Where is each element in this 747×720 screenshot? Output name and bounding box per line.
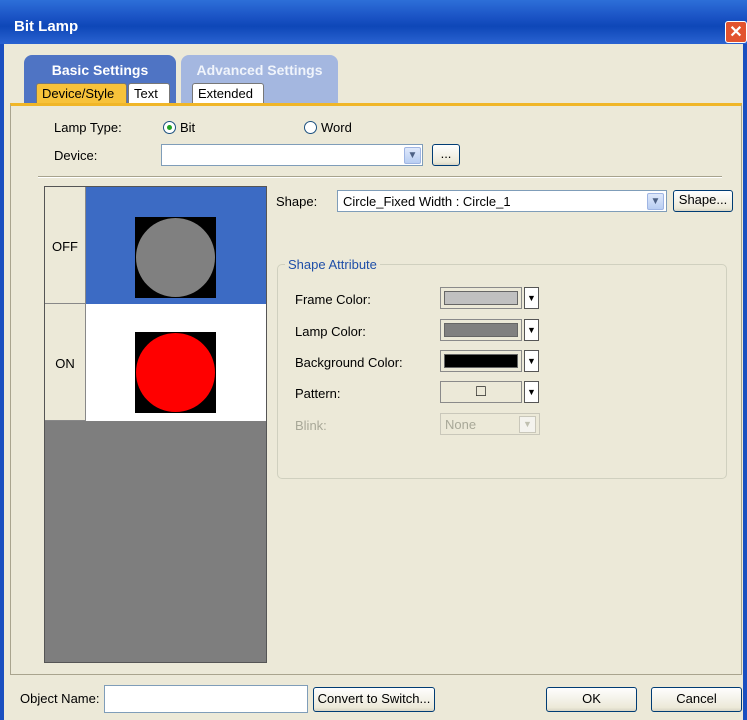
pattern-label: Pattern:: [295, 386, 341, 401]
window-frame-left: [0, 44, 4, 720]
shape-button[interactable]: Shape...: [673, 190, 733, 212]
shape-value: Circle_Fixed Width : Circle_1: [343, 194, 511, 209]
device-browse-button[interactable]: ...: [432, 144, 460, 166]
blink-value: None: [445, 417, 477, 432]
close-button[interactable]: ✕: [725, 21, 747, 43]
tab-text[interactable]: Text: [128, 83, 170, 103]
pattern-button[interactable]: □: [440, 381, 522, 403]
blink-label: Blink:: [295, 418, 327, 433]
lamp-frame-on: [135, 332, 216, 413]
window-title: Bit Lamp: [14, 18, 79, 35]
chevron-down-icon[interactable]: ▼: [404, 147, 421, 164]
state-preview-off[interactable]: [86, 210, 266, 304]
frame-color-dropdown-icon[interactable]: ▼: [524, 287, 539, 309]
preview-spacer-strip: [86, 304, 266, 327]
lamp-color-dropdown-icon[interactable]: ▼: [524, 319, 539, 341]
close-icon: ✕: [729, 24, 743, 41]
shape-select[interactable]: Circle_Fixed Width : Circle_1 ▼: [337, 190, 667, 212]
radio-word[interactable]: [304, 121, 317, 134]
radio-bit-label[interactable]: Bit: [180, 120, 195, 135]
tab-group-title: Basic Settings: [51, 62, 149, 78]
separator: [38, 176, 722, 178]
tab-extended[interactable]: Extended: [192, 83, 264, 103]
pattern-square-icon: □: [476, 383, 486, 400]
lamp-color-swatch: [444, 323, 518, 337]
lamp-color-label: Lamp Color:: [295, 324, 366, 339]
lamp-circle-off: [136, 218, 215, 297]
pattern-dropdown-icon[interactable]: ▼: [524, 381, 539, 403]
tab-device-style[interactable]: Device/Style: [36, 83, 127, 103]
shape-attribute-label: Shape Attribute: [285, 257, 380, 272]
shape-label: Shape:: [276, 194, 318, 209]
ok-button[interactable]: OK: [546, 687, 637, 712]
lamp-circle-on: [136, 333, 215, 412]
background-color-label: Background Color:: [295, 355, 403, 370]
object-name-input[interactable]: [104, 685, 308, 713]
frame-color-swatch: [444, 291, 518, 305]
object-name-label: Object Name:: [20, 691, 100, 706]
chevron-down-icon: ▼: [519, 416, 536, 433]
cancel-button[interactable]: Cancel: [651, 687, 742, 712]
lamp-type-label: Lamp Type:: [54, 120, 122, 135]
frame-color-button[interactable]: [440, 287, 522, 309]
radio-bit[interactable]: [163, 121, 176, 134]
lamp-frame-off: [135, 217, 216, 298]
title-bar: Bit Lamp: [0, 0, 747, 44]
radio-word-label[interactable]: Word: [321, 120, 352, 135]
device-label: Device:: [54, 148, 98, 163]
lamp-color-button[interactable]: [440, 319, 522, 341]
preview-header-strip: [86, 187, 266, 210]
tab-group-title: Advanced Settings: [196, 62, 323, 78]
frame-color-label: Frame Color:: [295, 292, 371, 307]
chevron-down-icon[interactable]: ▼: [647, 193, 664, 210]
blink-select: None ▼: [440, 413, 540, 435]
window-frame-right: [743, 44, 747, 720]
state-preview-on[interactable]: [86, 327, 266, 421]
state-label-off[interactable]: OFF: [45, 187, 86, 304]
convert-to-switch-button[interactable]: Convert to Switch...: [313, 687, 435, 712]
background-color-dropdown-icon[interactable]: ▼: [524, 350, 539, 372]
background-color-button[interactable]: [440, 350, 522, 372]
state-label-on[interactable]: ON: [45, 304, 86, 421]
background-color-swatch: [444, 354, 518, 368]
device-select[interactable]: ▼: [161, 144, 423, 166]
